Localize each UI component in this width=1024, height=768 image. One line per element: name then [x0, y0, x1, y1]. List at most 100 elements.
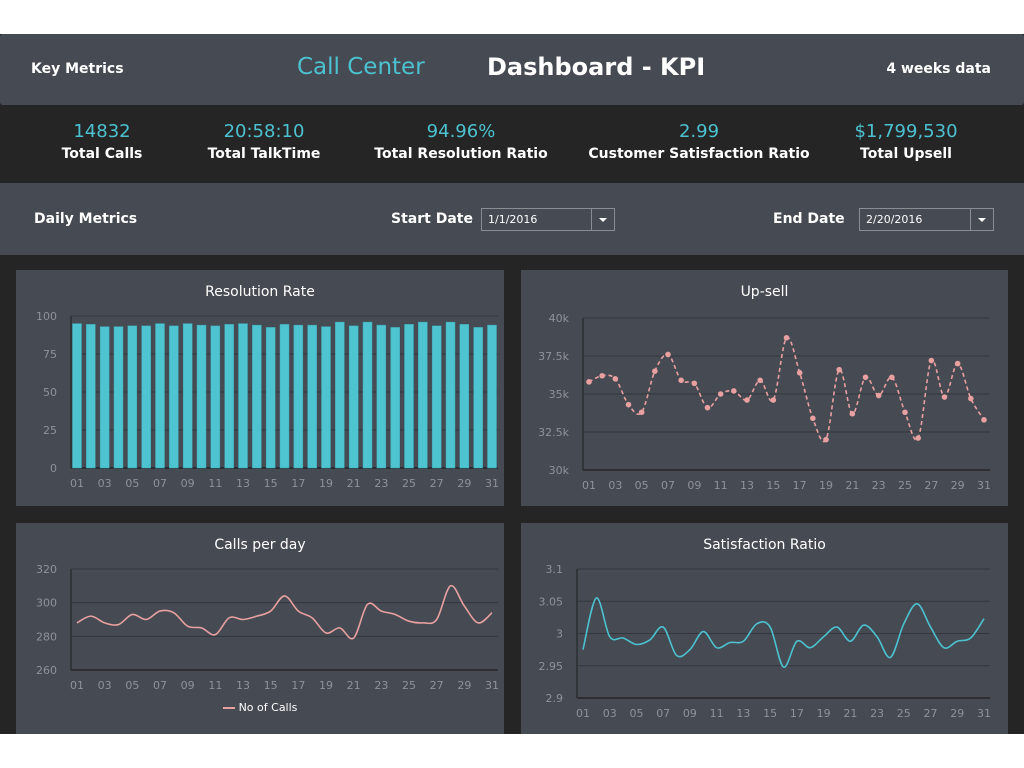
bar	[445, 321, 456, 469]
data-point	[915, 435, 921, 441]
bar	[459, 324, 470, 469]
bar	[279, 324, 290, 469]
kpi-total-calls: 14832 Total Calls	[62, 120, 143, 164]
data-point	[875, 392, 882, 399]
x-tick-label: 31	[485, 477, 499, 490]
bar	[293, 324, 304, 469]
x-tick-label: 19	[319, 679, 333, 692]
data-point	[889, 374, 895, 381]
bar	[404, 324, 414, 469]
x-tick-label: 27	[430, 679, 444, 692]
bar	[72, 323, 82, 469]
x-tick-label: 01	[576, 707, 590, 720]
y-tick-label: 3.05	[539, 595, 564, 608]
y-tick-label: 50	[43, 386, 57, 399]
bar	[362, 321, 373, 469]
kpi-value: 14832	[73, 121, 131, 142]
upsell-line	[588, 336, 985, 443]
legend-label: No of Calls	[238, 701, 298, 714]
x-tick-label: 29	[950, 707, 964, 720]
data-point	[849, 410, 856, 417]
chevron-down-icon	[599, 217, 607, 222]
filter-bar: Daily Metrics Start Date 1/1/2016 End Da…	[0, 183, 1024, 255]
x-tick-label: 21	[843, 707, 857, 720]
x-tick-label: 11	[710, 707, 724, 720]
bar	[265, 327, 276, 469]
start-date-picker[interactable]: 1/1/2016	[481, 208, 615, 231]
data-point	[717, 391, 724, 397]
x-tick-label: 23	[872, 479, 886, 492]
data-point	[836, 366, 842, 373]
x-tick-label: 07	[153, 679, 167, 692]
bar	[182, 323, 193, 469]
x-tick-label: 15	[763, 707, 777, 720]
satisfaction-ratio-chart: 2.9 2.95 3 3.05 3.1 01 03 05 07 09 11 13 15 17 19 21 23 2…	[539, 563, 992, 720]
x-tick-label: 27	[924, 707, 938, 720]
data-point	[954, 360, 961, 367]
kpi-label: Total Upsell	[860, 146, 952, 162]
bar	[86, 324, 96, 469]
x-tick-label: 31	[977, 707, 991, 720]
start-date-dropdown-button[interactable]	[591, 209, 614, 230]
y-tick-label: 2.9	[546, 692, 564, 705]
kpi-total-upsell: $1,799,530 Total Upsell	[854, 120, 957, 164]
y-tick-label: 100	[36, 310, 57, 323]
kpi-label: Customer Satisfaction Ratio	[588, 146, 810, 162]
resolution-rate-panel: Resolution Rate 0 25 50 75 100 01 03 05 07 09 11 13…	[16, 270, 504, 506]
end-date-value[interactable]: 2/20/2016	[866, 213, 922, 226]
x-tick-label: 19	[319, 477, 333, 490]
x-tick-label: 21	[347, 679, 361, 692]
x-tick-label: 09	[683, 707, 697, 720]
bar	[307, 324, 317, 469]
x-tick-label: 29	[457, 679, 471, 692]
x-tick-label: 09	[687, 479, 701, 492]
kpi-total-talktime: 20:58:10 Total TalkTime	[208, 120, 321, 164]
data-point	[796, 369, 803, 376]
end-date-picker[interactable]: 2/20/2016	[859, 208, 994, 231]
header-bar: Key Metrics Call Center Dashboard - KPI …	[0, 34, 1024, 105]
data-point	[968, 395, 974, 402]
x-tick-label: 19	[817, 707, 831, 720]
bar	[321, 326, 331, 469]
y-tick-label: 32.5k	[538, 426, 569, 439]
upsell-chart: 30k 32.5k 35k 37.5k 40k 01 03 05 07 09 11 13 15 17 19 2…	[538, 312, 991, 492]
data-point	[665, 351, 671, 358]
x-tick-label: 31	[977, 479, 991, 492]
y-tick-label: 3.1	[546, 563, 564, 576]
x-tick-label: 05	[125, 477, 139, 490]
data-point	[902, 409, 908, 416]
x-tick-label: 27	[924, 479, 938, 492]
data-point	[599, 372, 605, 379]
kpi-label: Total Resolution Ratio	[374, 146, 548, 162]
kpi-resolution-ratio: 94.96% Total Resolution Ratio	[374, 120, 547, 164]
x-tick-label: 13	[736, 707, 750, 720]
page-title: Dashboard - KPI	[487, 53, 706, 81]
bar	[348, 325, 359, 469]
x-tick-label: 23	[870, 707, 884, 720]
data-point	[652, 368, 658, 374]
bar	[210, 325, 221, 469]
y-tick-label: 30k	[549, 464, 570, 477]
end-date-dropdown-button[interactable]	[970, 209, 993, 230]
x-tick-label: 21	[347, 477, 361, 490]
x-tick-label: 31	[485, 679, 499, 692]
x-tick-label: 03	[603, 707, 617, 720]
start-date-value[interactable]: 1/1/2016	[488, 213, 537, 226]
y-tick-label: 37.5k	[538, 350, 569, 363]
x-tick-label: 01	[70, 477, 84, 490]
kpi-label: Total TalkTime	[207, 146, 321, 162]
x-tick-label: 07	[153, 477, 167, 490]
y-tick-label: 25	[43, 424, 57, 437]
upsell-panel: Up-sell 30k 32.5k 35k 37.5k 40k 01 03 05 07 09 11 1…	[521, 270, 1008, 506]
bar	[113, 326, 124, 469]
x-tick-label: 25	[402, 679, 416, 692]
x-tick-label: 07	[656, 707, 670, 720]
bar	[155, 323, 165, 469]
data-point	[612, 376, 619, 382]
x-tick-label: 29	[951, 479, 965, 492]
x-tick-label: 13	[740, 479, 754, 492]
x-tick-label: 11	[714, 479, 728, 492]
start-date-label: Start Date	[391, 211, 473, 227]
y-tick-label: 300	[36, 597, 57, 610]
bar	[431, 325, 442, 469]
